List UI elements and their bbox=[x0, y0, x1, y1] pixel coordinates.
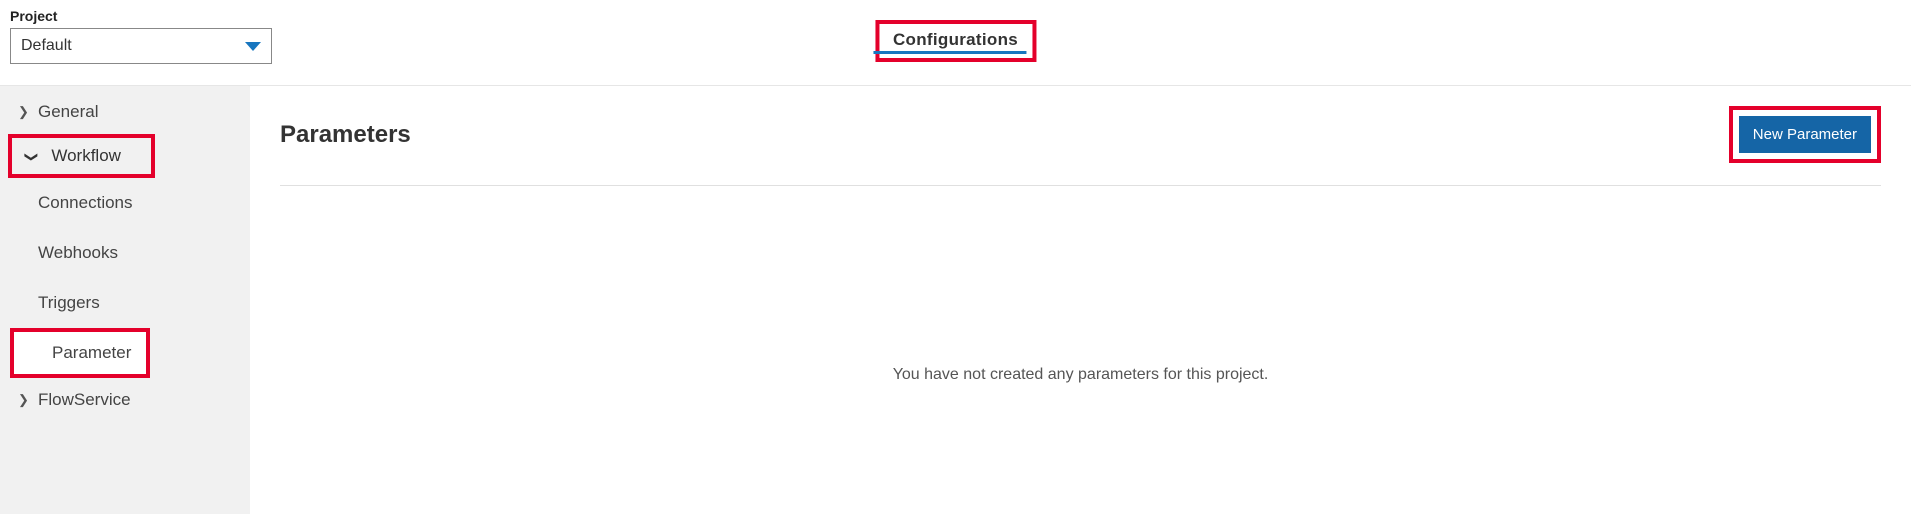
sidebar-item-label: Connections bbox=[38, 193, 133, 213]
sidebar-item-label: General bbox=[38, 102, 98, 122]
new-parameter-button[interactable]: New Parameter bbox=[1739, 116, 1871, 153]
empty-state-message: You have not created any parameters for … bbox=[280, 366, 1881, 384]
chevron-down-icon bbox=[245, 42, 261, 51]
sidebar-item-workflow[interactable]: ❯ Workflow bbox=[8, 134, 155, 178]
sidebar-item-triggers[interactable]: Triggers bbox=[0, 278, 250, 328]
sidebar-item-connections[interactable]: Connections bbox=[0, 178, 250, 228]
project-select[interactable]: Default bbox=[10, 28, 272, 64]
sidebar-item-label: Parameter bbox=[52, 343, 131, 363]
chevron-right-icon: ❯ bbox=[18, 104, 28, 120]
top-bar: Project Default Configurations bbox=[0, 0, 1911, 85]
tab-configurations[interactable]: Configurations bbox=[875, 20, 1036, 62]
content-wrap: ❯ General ❯ Workflow Connections Webhook… bbox=[0, 85, 1911, 514]
main-content: Parameters New Parameter You have not cr… bbox=[250, 86, 1911, 514]
sidebar-item-label: Workflow bbox=[51, 146, 121, 165]
sidebar: ❯ General ❯ Workflow Connections Webhook… bbox=[0, 86, 250, 514]
chevron-right-icon: ❯ bbox=[18, 392, 28, 408]
sidebar-item-label: FlowService bbox=[38, 390, 131, 410]
new-parameter-highlight: New Parameter bbox=[1729, 106, 1881, 163]
project-selector-wrap: Project Default bbox=[10, 8, 272, 64]
sidebar-item-label: Webhooks bbox=[38, 243, 118, 263]
project-label: Project bbox=[10, 8, 272, 24]
sidebar-item-general[interactable]: ❯ General bbox=[0, 90, 250, 134]
main-header: Parameters New Parameter bbox=[280, 106, 1881, 186]
tabs-wrap: Configurations bbox=[875, 20, 1036, 62]
sidebar-item-flowservice[interactable]: ❯ FlowService bbox=[0, 378, 250, 422]
tab-underline bbox=[873, 51, 1026, 54]
sidebar-item-label: Triggers bbox=[38, 293, 100, 313]
page-title: Parameters bbox=[280, 121, 411, 149]
chevron-down-icon: ❯ bbox=[23, 152, 39, 163]
project-select-value: Default bbox=[21, 37, 72, 55]
sidebar-item-webhooks[interactable]: Webhooks bbox=[0, 228, 250, 278]
tab-configurations-label: Configurations bbox=[893, 30, 1018, 49]
sidebar-item-parameter[interactable]: Parameter bbox=[10, 328, 150, 378]
